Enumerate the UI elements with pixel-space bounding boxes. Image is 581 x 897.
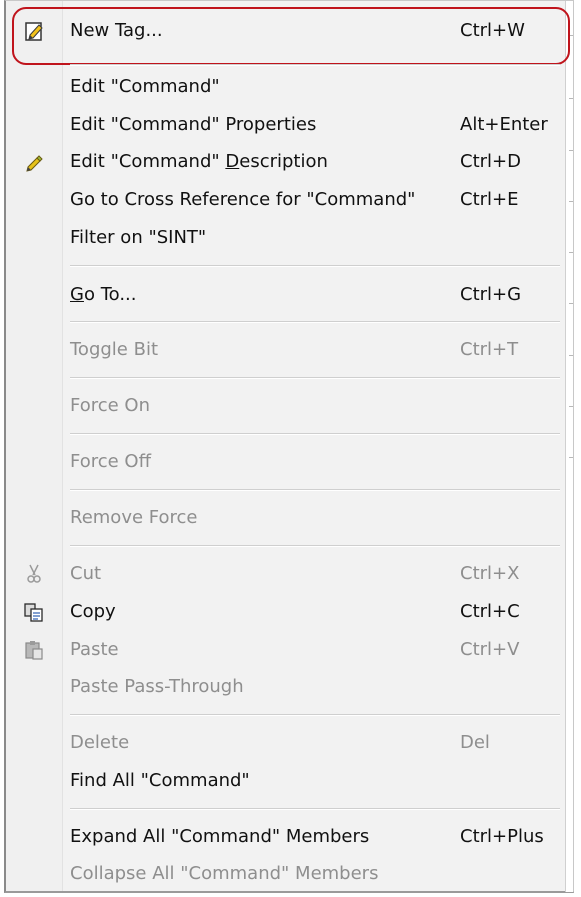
menu-separator: [70, 433, 560, 435]
annotation-highlight: [12, 7, 570, 65]
menu-item-edit-command-description[interactable]: Edit "Command" Description Ctrl+D: [6, 144, 568, 180]
menu-item-label: Find All "Command": [70, 770, 250, 791]
menu-item-label: Filter on "SINT": [70, 227, 207, 248]
menu-item-remove-force[interactable]: Remove Force: [6, 500, 568, 536]
menu-item-shortcut: Ctrl+T: [460, 339, 519, 360]
scissors-icon: [23, 563, 45, 585]
menu-item-label: Paste Pass-Through: [70, 676, 244, 697]
menu-item-expand-all-members[interactable]: Expand All "Command" Members Ctrl+Plus: [6, 819, 568, 855]
menu-item-label: Delete: [70, 732, 130, 753]
menu-item-label: Go to Cross Reference for "Command": [70, 189, 416, 210]
menu-item-shortcut: Ctrl+X: [460, 563, 520, 584]
menu-item-shortcut: Ctrl+Plus: [460, 826, 544, 847]
menu-separator: [70, 489, 560, 491]
menu-item-edit-command[interactable]: Edit "Command": [6, 69, 568, 105]
menu-item-shortcut: Ctrl+G: [460, 284, 522, 305]
menu-item-shortcut: Ctrl+E: [460, 189, 519, 210]
menu-item-shortcut: Alt+Enter: [460, 114, 548, 135]
menu-item-label: Force Off: [70, 451, 151, 472]
menu-item-label: Collapse All "Command" Members: [70, 863, 379, 884]
menu-item-label: Force On: [70, 395, 150, 416]
menu-item-force-on[interactable]: Force On: [6, 388, 568, 424]
menu-item-find-all-command[interactable]: Find All "Command": [6, 763, 568, 799]
menu-item-label: Copy: [70, 601, 116, 622]
menu-separator: [70, 808, 560, 810]
menu-item-label: Edit "Command" Description: [70, 151, 328, 172]
menu-item-edit-command-properties[interactable]: Edit "Command" Properties Alt+Enter: [6, 107, 568, 143]
menu-item-cut[interactable]: Cut Ctrl+X: [6, 556, 568, 592]
menu-item-shortcut: Ctrl+V: [460, 639, 520, 660]
menu-item-toggle-bit[interactable]: Toggle Bit Ctrl+T: [6, 332, 568, 368]
menu-item-delete[interactable]: Delete Del: [6, 725, 568, 761]
menu-separator: [70, 321, 560, 323]
menu-item-collapse-all-members[interactable]: Collapse All "Command" Members: [6, 856, 568, 892]
menu-item-label: Paste: [70, 639, 119, 660]
context-menu: New Tag... Ctrl+W Edit "Command" Edit "C…: [4, 0, 574, 893]
menu-item-label: Expand All "Command" Members: [70, 826, 370, 847]
menu-item-label: Remove Force: [70, 507, 198, 528]
menu-item-paste[interactable]: Paste Ctrl+V: [6, 632, 568, 668]
menu-item-shortcut: Ctrl+C: [460, 601, 520, 622]
menu-item-go-to-cross-reference[interactable]: Go to Cross Reference for "Command" Ctrl…: [6, 182, 568, 218]
menu-item-go-to[interactable]: Go To... Ctrl+G: [6, 277, 568, 313]
menu-item-paste-pass-through[interactable]: Paste Pass-Through: [6, 669, 568, 705]
paste-icon: [23, 639, 45, 661]
copy-icon: [23, 601, 45, 623]
menu-item-filter-on-sint[interactable]: Filter on "SINT": [6, 220, 568, 256]
menu-item-label: Toggle Bit: [70, 339, 159, 360]
menu-separator: [70, 714, 560, 716]
menu-separator: [70, 64, 560, 66]
menu-separator: [70, 545, 560, 547]
menu-separator: [70, 265, 560, 267]
menu-item-label: Edit "Command" Properties: [70, 114, 317, 135]
menu-item-force-off[interactable]: Force Off: [6, 444, 568, 480]
menu-item-label: Cut: [70, 563, 102, 584]
menu-item-label: Go To...: [70, 284, 137, 305]
menu-separator: [70, 377, 560, 379]
menu-item-copy[interactable]: Copy Ctrl+C: [6, 594, 568, 630]
menu-item-shortcut: Del: [460, 732, 490, 753]
menu-item-shortcut: Ctrl+D: [460, 151, 521, 172]
pencil-icon: [23, 151, 45, 173]
menu-item-label: Edit "Command": [70, 76, 220, 97]
